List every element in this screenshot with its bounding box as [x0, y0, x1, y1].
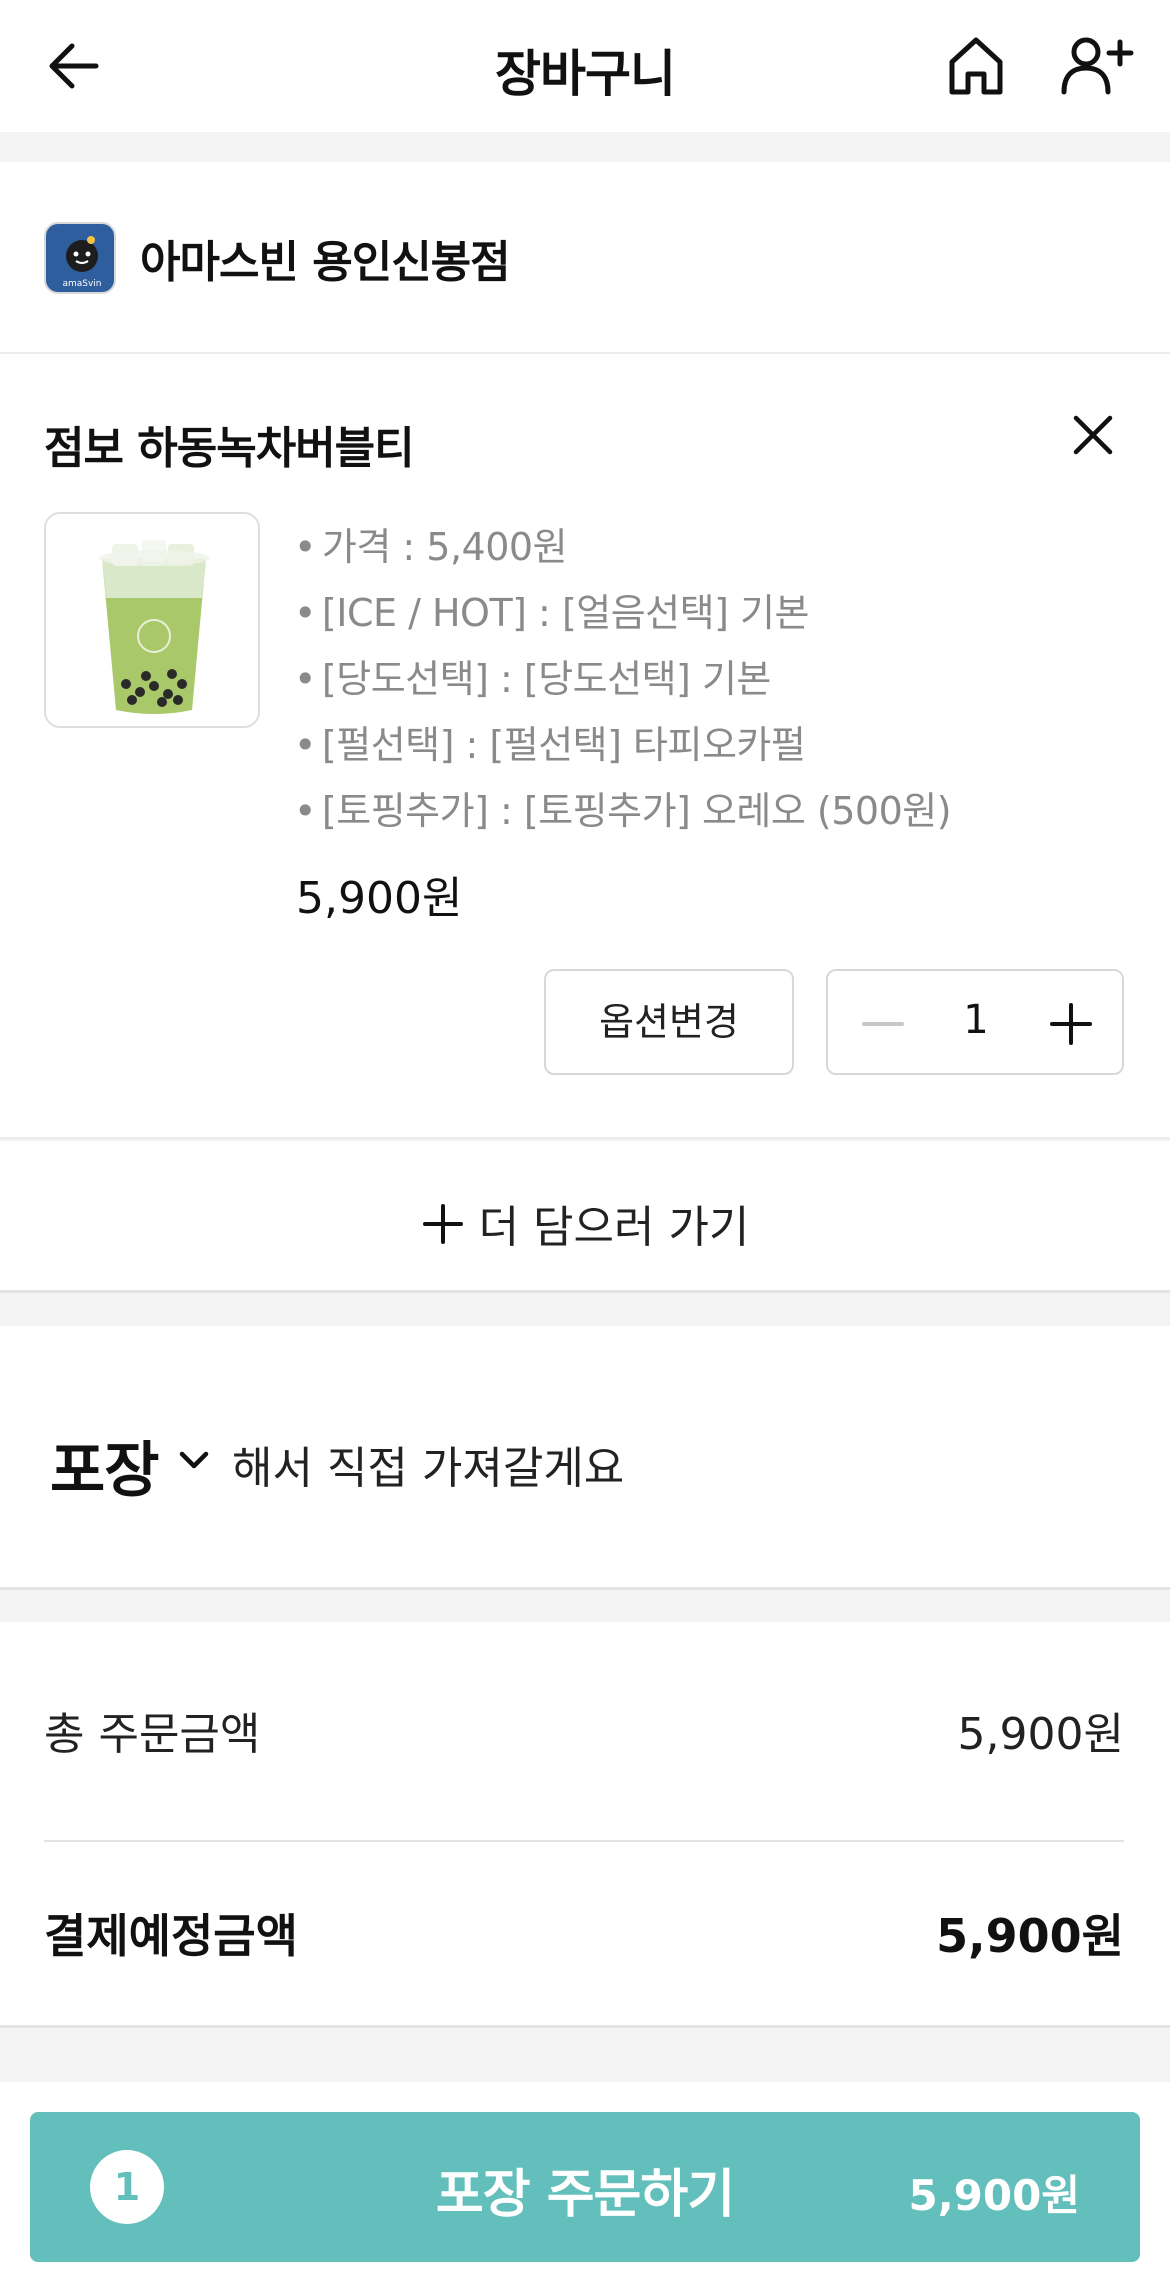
- item-price: 5,900원: [296, 873, 463, 924]
- option-line: [펄선택] : [펄선택] 타피오카펄: [294, 712, 951, 778]
- cart-item: 점보 하동녹차버블티 가격 : 5,400원 [ICE / HOT] : [얼음…: [0, 354, 1170, 1139]
- close-icon[interactable]: [1068, 410, 1118, 460]
- option-line: [ICE / HOT] : [얼음선택] 기본: [294, 580, 951, 646]
- add-more-row: 더 담으러 가기: [0, 1191, 1170, 1255]
- option-line: 가격 : 5,400원: [294, 514, 951, 580]
- option-line: [토핑추가] : [토핑추가] 오레오 (500원): [294, 778, 952, 844]
- add-user-icon[interactable]: [1058, 30, 1134, 102]
- store-logo: amaSvin: [44, 222, 116, 294]
- quantity-stepper: 1: [826, 969, 1124, 1075]
- item-image: [44, 512, 260, 728]
- payment-row: 결제예정금액 5,900원: [44, 1900, 1124, 1963]
- item-name: 점보 하동녹차버블티: [44, 423, 415, 474]
- option-list: 가격 : 5,400원 [ICE / HOT] : [얼음선택] 기본 [당도선…: [294, 514, 952, 844]
- order-button[interactable]: 1 포장 주문하기 5,900원: [30, 2112, 1140, 2262]
- divider: [44, 1840, 1124, 1842]
- payment-label: 결제예정금액: [44, 1909, 298, 1963]
- option-change-button[interactable]: 옵션변경: [544, 969, 794, 1075]
- chevron-down-icon[interactable]: [176, 1446, 212, 1474]
- total-label: 총 주문금액: [44, 1709, 261, 1760]
- plus-icon[interactable]: [1046, 999, 1096, 1049]
- footer: 1 포장 주문하기 5,900원: [0, 2082, 1170, 2289]
- add-more-button[interactable]: 더 담으러 가기: [0, 1141, 1170, 1293]
- minus-icon[interactable]: [858, 999, 908, 1049]
- option-line: [당도선택] : [당도선택] 기본: [294, 646, 951, 712]
- total-row: 총 주문금액 5,900원: [44, 1698, 1124, 1760]
- add-more-label: 더 담으러 가기: [478, 1202, 750, 1253]
- quantity-value: 1: [963, 997, 989, 1043]
- store-section: amaSvin 아마스빈 용인신봉점: [0, 162, 1170, 354]
- store-name[interactable]: 아마스빈 용인신봉점: [140, 226, 511, 290]
- plus-icon: [422, 1204, 463, 1244]
- payment-value: 5,900원: [936, 1909, 1124, 1963]
- pickup-type-select[interactable]: 포장: [50, 1422, 159, 1509]
- pickup-section: 포장 해서 직접 가져갈게요: [0, 1326, 1170, 1590]
- pickup-description: 해서 직접 가져갈게요: [232, 1443, 625, 1494]
- price-summary: 총 주문금액 5,900원 결제예정금액 5,900원: [0, 1622, 1170, 2028]
- top-bar: 장바구니: [0, 0, 1170, 132]
- order-button-amount: 5,900원: [908, 2171, 1081, 2220]
- store-logo-text: amaSvin: [62, 279, 101, 289]
- total-value: 5,900원: [957, 1709, 1124, 1760]
- home-icon[interactable]: [940, 30, 1012, 102]
